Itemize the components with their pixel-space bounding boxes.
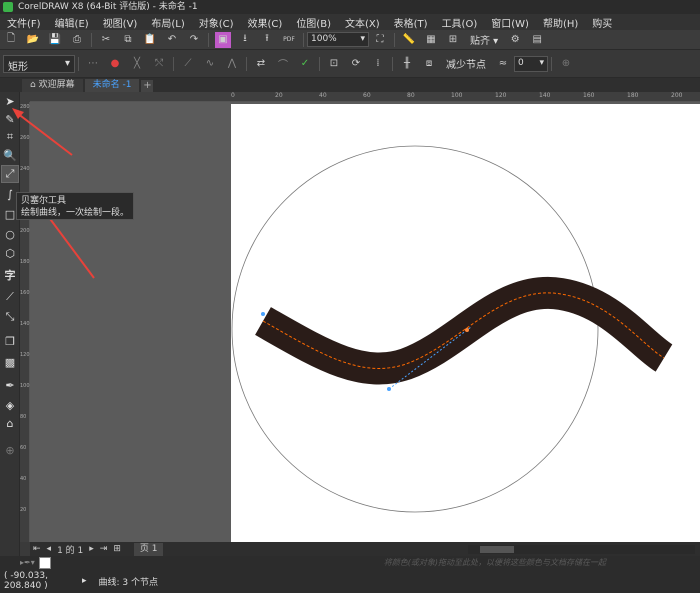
scrollbar-thumb[interactable] — [480, 546, 514, 553]
annotation-arrows — [12, 108, 95, 279]
previous-page-icon[interactable]: ◂ — [47, 544, 52, 554]
status-bar: ( -90.033, 208.840 ) ▸ 曲线: 3 个节点 — [0, 569, 700, 593]
eyedropper-small-icon[interactable]: ✒ — [24, 558, 31, 567]
add-page-icon[interactable]: ⊞ — [113, 544, 121, 554]
object-info: 曲线: 3 个节点 — [98, 577, 159, 588]
document-palette: ▸ ✒ ▾ 将颜色(或对象)拖动至此处，以便将这些颜色与文档存储在一起 — [0, 556, 700, 569]
status-arrow-icon[interactable]: ▸ — [82, 576, 87, 586]
cursor-coordinates: ( -90.033, 208.840 ) — [4, 571, 48, 591]
first-page-icon[interactable]: ⇤ — [33, 544, 41, 554]
palette-options-icon[interactable]: ▾ — [31, 558, 35, 567]
last-page-icon[interactable]: ⇥ — [100, 544, 108, 554]
page-count: 1 的 1 — [57, 545, 84, 556]
annotation-arrow — [16, 112, 73, 156]
next-page-icon[interactable]: ▸ — [89, 544, 94, 554]
tool-tooltip: 贝塞尔工具 绘制曲线，一次绘制一段。 — [16, 192, 134, 220]
palette-hint: 将颜色(或对象)拖动至此处，以便将这些颜色与文档存储在一起 — [383, 558, 606, 567]
tooltip-description: 绘制曲线，一次绘制一段。 — [21, 208, 130, 218]
tab-page-1[interactable]: 页 1 — [133, 542, 164, 556]
horizontal-scrollbar[interactable] — [468, 545, 695, 554]
tooltip-title: 贝塞尔工具 — [21, 196, 67, 206]
no-color-swatch[interactable] — [38, 556, 51, 569]
